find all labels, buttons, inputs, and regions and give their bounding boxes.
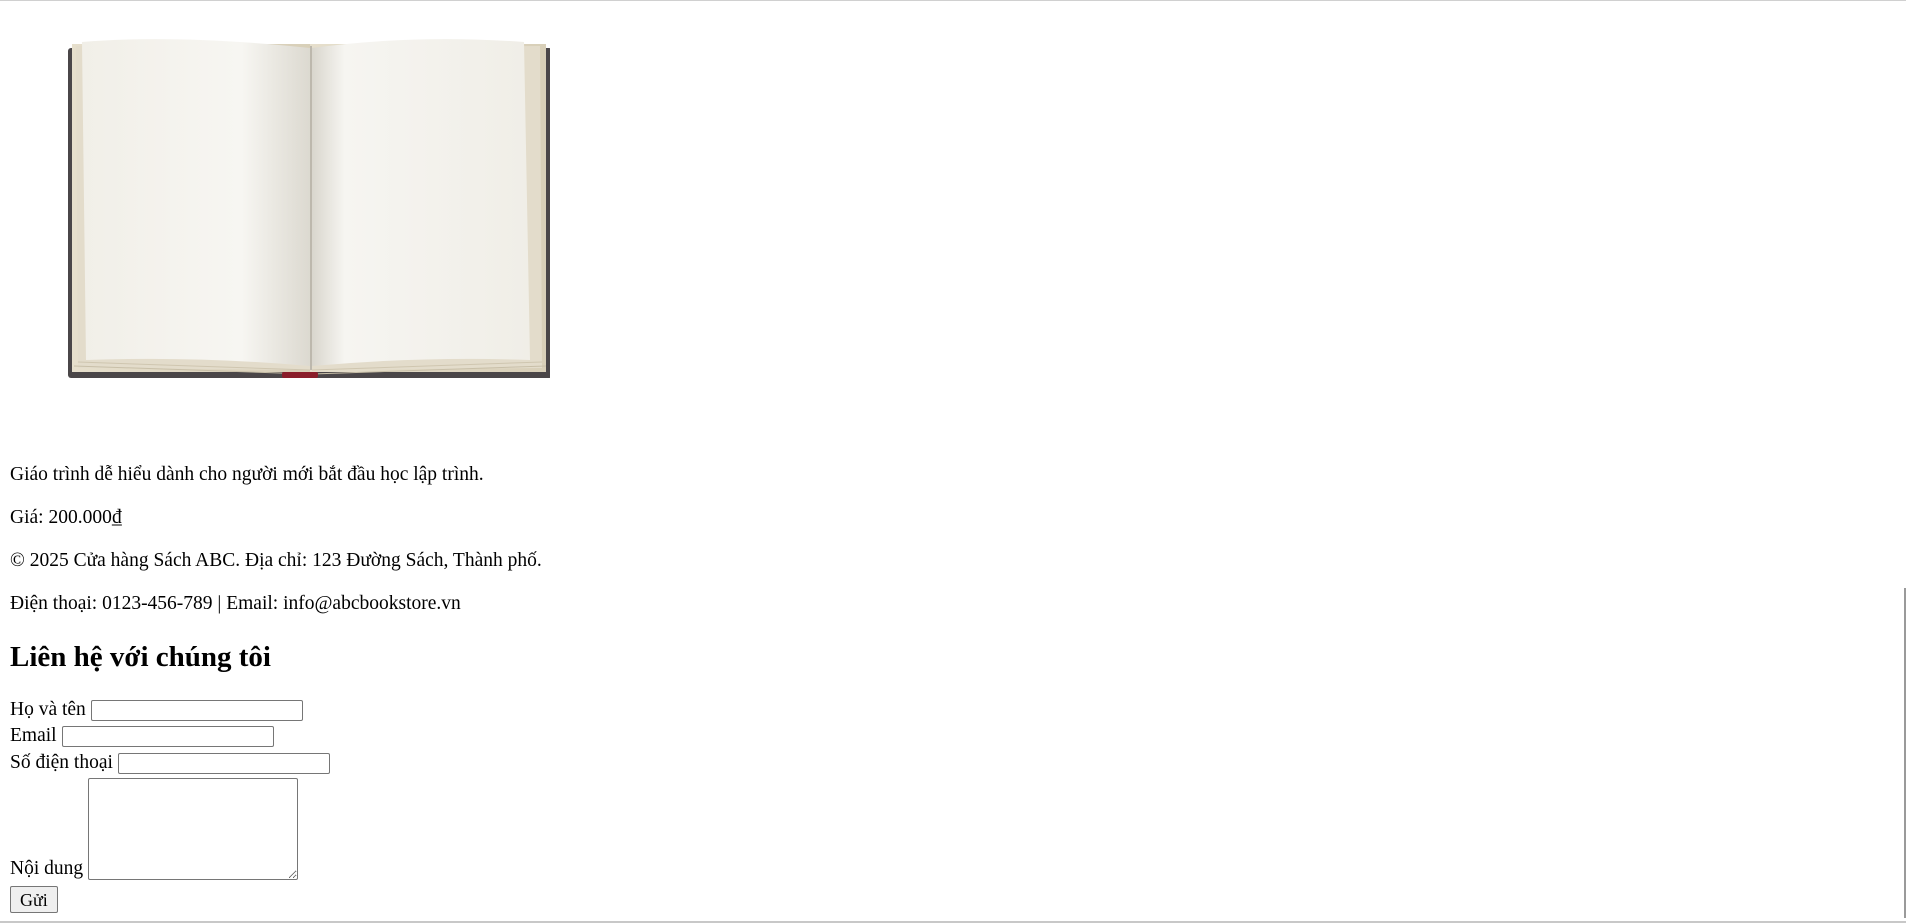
- phone-label: Số điện thoại: [10, 752, 113, 773]
- email-label: Email: [10, 725, 57, 746]
- message-row: Nội dung: [10, 778, 299, 880]
- name-input[interactable]: [90, 700, 303, 721]
- message-textarea[interactable]: [88, 778, 299, 880]
- footer-copyright: © 2025 Cửa hàng Sách ABC. Địa chỉ: 123 Đ…: [10, 550, 542, 571]
- page-top-border: [0, 0, 1906, 1]
- email-input[interactable]: [61, 726, 274, 747]
- footer-contact-info: Điện thoại: 0123-456-789 | Email: info@a…: [10, 593, 461, 614]
- product-price: Giá: 200.000₫: [10, 507, 122, 528]
- name-row: Họ và tên: [10, 699, 303, 721]
- submit-button[interactable]: Gửi: [10, 886, 58, 913]
- phone-row: Số điện thoại: [10, 752, 330, 774]
- phone-input[interactable]: [117, 753, 330, 774]
- product-description: Giáo trình dễ hiểu dành cho người mới bắ…: [10, 464, 484, 485]
- contact-form-heading: Liên hệ với chúng tôi: [10, 641, 271, 673]
- name-label: Họ và tên: [10, 699, 86, 720]
- message-label: Nội dung: [10, 858, 84, 879]
- email-row: Email: [10, 725, 274, 747]
- open-book-image: [68, 39, 550, 378]
